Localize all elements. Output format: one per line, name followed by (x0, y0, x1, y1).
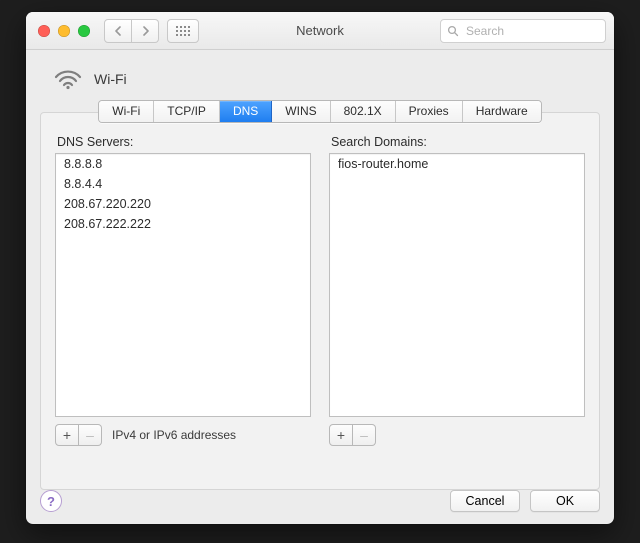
tab-dns[interactable]: DNS (220, 101, 272, 122)
nav-buttons (104, 19, 159, 43)
dns-server-item[interactable]: 8.8.4.4 (56, 174, 310, 194)
ok-button[interactable]: OK (530, 490, 600, 512)
show-all-button[interactable] (167, 19, 199, 43)
back-button[interactable] (104, 19, 132, 43)
connection-header: Wi-Fi (26, 50, 614, 98)
minimize-window-button[interactable] (58, 25, 70, 37)
help-button[interactable]: ? (40, 490, 62, 512)
dns-servers-label: DNS Servers: (57, 135, 311, 149)
preferences-window: Network Wi-Fi Wi-FiTCP/IPDNSWINS802.1XPr… (26, 12, 614, 524)
connection-name: Wi-Fi (94, 71, 127, 87)
dns-panel: DNS Servers: 8.8.8.88.8.4.4208.67.220.22… (40, 112, 600, 490)
window-controls (38, 25, 90, 37)
search-icon (447, 25, 459, 37)
search-domains-list[interactable]: fios-router.home (329, 153, 585, 417)
search-input[interactable] (464, 23, 599, 39)
tab-tcpip[interactable]: TCP/IP (154, 101, 220, 122)
wifi-icon (54, 68, 82, 90)
search-domains-column: Search Domains: fios-router.home + – (329, 135, 585, 446)
close-window-button[interactable] (38, 25, 50, 37)
tab-hardware[interactable]: Hardware (463, 101, 541, 122)
dns-servers-hint: IPv4 or IPv6 addresses (112, 428, 236, 442)
add-dns-server-button[interactable]: + (55, 424, 79, 446)
dns-server-item[interactable]: 208.67.222.222 (56, 214, 310, 234)
search-domain-item[interactable]: fios-router.home (330, 154, 584, 174)
search-field[interactable] (440, 19, 606, 43)
dns-server-item[interactable]: 8.8.8.8 (56, 154, 310, 174)
remove-search-domain-button[interactable]: – (353, 424, 376, 446)
cancel-button[interactable]: Cancel (450, 490, 520, 512)
tab-proxies[interactable]: Proxies (396, 101, 463, 122)
tabs-container: Wi-FiTCP/IPDNSWINS802.1XProxiesHardware (26, 100, 614, 123)
add-search-domain-button[interactable]: + (329, 424, 353, 446)
search-domains-label: Search Domains: (331, 135, 585, 149)
titlebar: Network (26, 12, 614, 50)
grid-icon (176, 26, 190, 36)
forward-button[interactable] (132, 19, 159, 43)
dns-servers-list[interactable]: 8.8.8.88.8.4.4208.67.220.220208.67.222.2… (55, 153, 311, 417)
remove-dns-server-button[interactable]: – (79, 424, 102, 446)
zoom-window-button[interactable] (78, 25, 90, 37)
tab-wins[interactable]: WINS (272, 101, 330, 122)
tab-8021x[interactable]: 802.1X (331, 101, 396, 122)
dns-servers-column: DNS Servers: 8.8.8.88.8.4.4208.67.220.22… (55, 135, 311, 446)
dns-server-item[interactable]: 208.67.220.220 (56, 194, 310, 214)
footer: ? Cancel OK (26, 480, 614, 524)
tabs: Wi-FiTCP/IPDNSWINS802.1XProxiesHardware (98, 100, 541, 123)
tab-wifi[interactable]: Wi-Fi (99, 101, 154, 122)
